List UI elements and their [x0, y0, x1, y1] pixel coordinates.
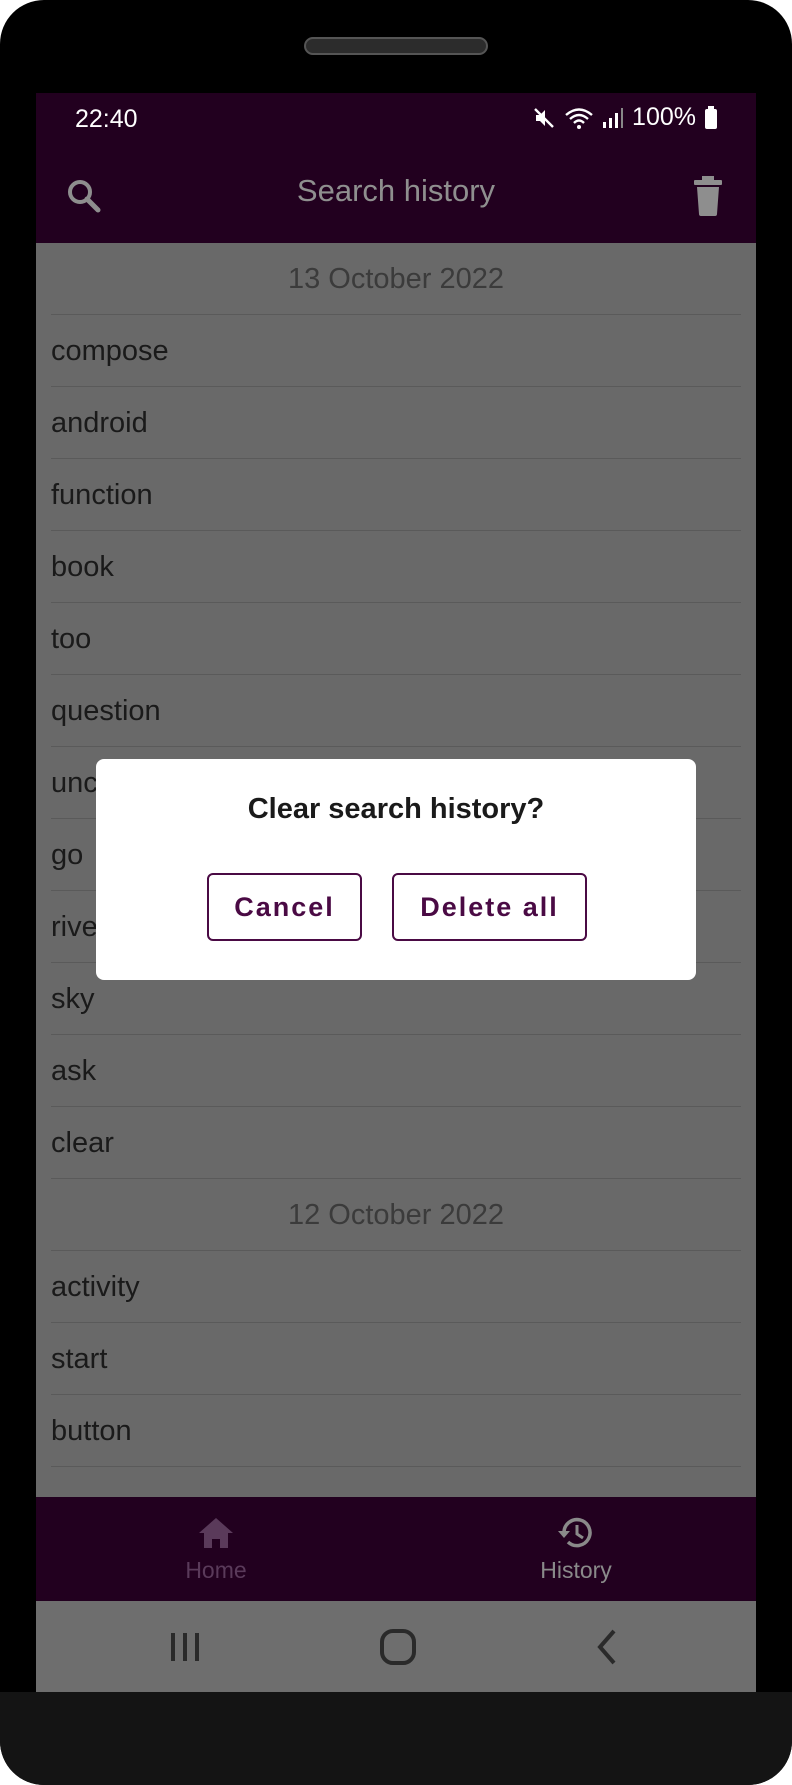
history-item-label: function	[51, 479, 153, 511]
mute-icon	[532, 106, 556, 130]
history-item[interactable]: question	[51, 675, 741, 747]
status-time: 22:40	[75, 105, 138, 133]
home-icon	[199, 1518, 233, 1548]
history-item[interactable]: button	[51, 1395, 741, 1467]
history-item[interactable]: android	[51, 387, 741, 459]
history-item-label: android	[51, 407, 148, 439]
history-item[interactable]: compose	[51, 315, 741, 387]
system-navigation-bar	[36, 1601, 756, 1692]
delete-history-button[interactable]	[684, 172, 732, 220]
status-icons: 100%	[532, 103, 718, 132]
history-item[interactable]: start	[51, 1323, 741, 1395]
history-item-label: activity	[51, 1271, 140, 1303]
status-bar: 22:40 100%	[36, 93, 756, 149]
wifi-icon	[564, 106, 594, 130]
history-item[interactable]: activity	[51, 1251, 741, 1323]
history-icon	[558, 1517, 592, 1548]
bottom-navigation: Home History	[36, 1497, 756, 1601]
date-header: 13 October 2022	[51, 243, 741, 315]
trash-icon	[694, 176, 722, 216]
cancel-button[interactable]: Cancel	[207, 873, 362, 941]
date-header-label: 12 October 2022	[287, 1199, 505, 1231]
history-item[interactable]: ask	[51, 1035, 741, 1107]
history-item-label: clear	[51, 1127, 114, 1159]
app-bar: Search history	[36, 149, 756, 243]
dialog-title: Clear search history?	[247, 793, 545, 825]
history-item-label: ask	[51, 1055, 97, 1087]
nav-home[interactable]: Home	[116, 1513, 316, 1584]
page-title: Search history	[296, 173, 496, 208]
confirm-dialog: Clear search history? Cancel Delete all	[96, 759, 696, 980]
history-item-label: book	[51, 551, 114, 583]
history-item-label: go	[51, 839, 84, 871]
nav-history-label: History	[540, 1557, 612, 1583]
date-header: 12 October 2022	[51, 1179, 741, 1251]
history-item-label: compose	[51, 335, 169, 367]
history-item[interactable]: too	[51, 603, 741, 675]
history-item[interactable]: function	[51, 459, 741, 531]
recent-apps-icon	[171, 1633, 199, 1661]
back-icon	[597, 1629, 616, 1665]
recent-apps-button[interactable]	[161, 1623, 209, 1671]
history-item-label: sky	[51, 983, 95, 1015]
date-header-label: 13 October 2022	[287, 263, 505, 295]
history-item[interactable]: book	[51, 531, 741, 603]
home-system-button[interactable]	[374, 1623, 422, 1671]
battery-icon	[704, 105, 718, 130]
history-item-label: question	[51, 695, 161, 727]
nav-history[interactable]: History	[476, 1513, 676, 1584]
delete-all-button[interactable]: Delete all	[392, 873, 587, 941]
phone-chin	[0, 1692, 792, 1785]
signal-icon	[602, 107, 624, 129]
nav-home-label: Home	[185, 1557, 247, 1583]
history-item-label: rive	[51, 911, 98, 943]
phone-frame: 22:40 100% Search history 13 October 202…	[0, 0, 792, 1785]
battery-percent: 100%	[632, 103, 696, 131]
phone-speaker	[304, 37, 488, 55]
history-item[interactable]: clear	[51, 1107, 741, 1179]
home-circle-icon	[380, 1629, 416, 1665]
history-item-label: start	[51, 1343, 108, 1375]
history-item-label: too	[51, 623, 92, 655]
back-system-button[interactable]	[584, 1623, 632, 1671]
history-item-label: unc	[51, 767, 98, 799]
history-item-label: button	[51, 1415, 132, 1447]
